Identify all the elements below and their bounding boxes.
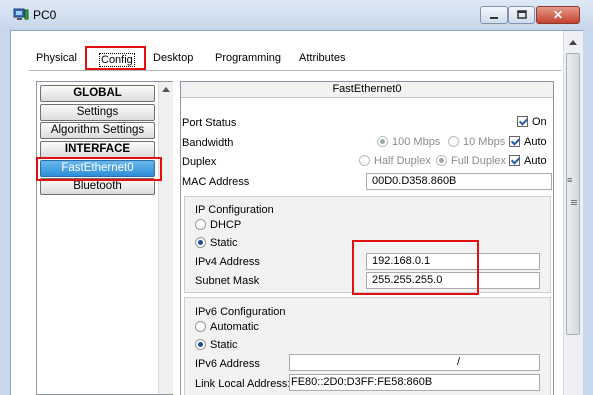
tab-physical[interactable]: Physical <box>36 52 77 64</box>
radio-selected-icon <box>195 237 206 248</box>
half-duplex-radio[interactable]: Half Duplex <box>359 155 431 167</box>
tab-config-label: Config <box>99 53 135 67</box>
scroll-up-icon[interactable] <box>569 40 577 45</box>
tab-config[interactable]: Config <box>85 46 146 70</box>
checkbox-checked-icon <box>509 155 520 166</box>
minimize-icon <box>490 17 498 19</box>
tab-divider <box>29 70 561 71</box>
link-local-address-field[interactable]: FE80::2D0:D3FF:FE58:860B <box>289 374 540 391</box>
bandwidth-10-radio[interactable]: 10 Mbps <box>448 136 505 148</box>
mac-address-field[interactable]: 00D0.D358.860B <box>366 173 552 190</box>
bandwidth-label: Bandwidth <box>182 137 234 149</box>
sidebar-item-algorithm-settings[interactable]: Algorithm Settings <box>40 122 155 139</box>
highlight-box-ip <box>352 240 479 295</box>
radio-icon <box>195 321 206 332</box>
radio-icon <box>448 136 459 147</box>
port-on-checkbox[interactable]: On <box>517 116 547 128</box>
radio-icon <box>377 136 388 147</box>
sidebar-scrollbar[interactable] <box>158 82 173 394</box>
automatic-ipv6-radio[interactable]: Automatic <box>195 321 259 333</box>
minimize-button[interactable] <box>480 6 508 24</box>
radio-icon <box>195 219 206 230</box>
subnet-mask-label: Subnet Mask <box>195 275 260 287</box>
duplex-auto-checkbox[interactable]: Auto <box>509 155 547 167</box>
duplex-label: Duplex <box>182 156 217 168</box>
ipv6-address-input[interactable]: / <box>289 354 540 371</box>
static-ipv4-radio[interactable]: Static <box>195 237 238 249</box>
sidebar-scroll-up-icon[interactable] <box>162 87 170 92</box>
radio-icon <box>359 155 370 166</box>
sidebar-item-settings[interactable]: Settings <box>40 104 155 121</box>
ip-config-title: IP Configuration <box>195 204 274 216</box>
full-duplex-radio[interactable]: Full Duplex <box>436 155 506 167</box>
close-button[interactable]: ✕ <box>536 6 580 24</box>
pc-app-icon <box>13 8 29 20</box>
window-scrollbar[interactable] <box>563 31 583 395</box>
checkbox-checked-icon <box>517 116 528 127</box>
tab-desktop[interactable]: Desktop <box>153 52 193 64</box>
radio-icon <box>436 155 447 166</box>
dhcp-radio[interactable]: DHCP <box>195 219 241 231</box>
bandwidth-auto-checkbox[interactable]: Auto <box>509 136 547 148</box>
ipv6-address-label: IPv6 Address <box>195 358 260 370</box>
ipv4-address-label: IPv4 Address <box>195 256 260 268</box>
window-title: PC0 <box>33 8 57 22</box>
panel-title: FastEthernet0 <box>181 82 553 98</box>
highlight-box-interface <box>36 157 162 181</box>
bandwidth-100-radio[interactable]: 100 Mbps <box>377 136 440 148</box>
scroll-thumb[interactable] <box>566 53 580 335</box>
radio-selected-icon <box>195 339 206 350</box>
link-local-label: Link Local Address: <box>195 378 291 390</box>
maximize-icon <box>516 10 527 19</box>
ipv6-config-title: IPv6 Configuration <box>195 306 286 318</box>
sidebar-header-global[interactable]: GLOBAL <box>40 85 155 102</box>
title-bar: PC0 ✕ <box>0 0 593 30</box>
checkbox-checked-icon <box>509 136 520 147</box>
static-ipv6-radio[interactable]: Static <box>195 339 238 351</box>
ipv6-prefix-separator: / <box>457 356 461 368</box>
scroll-grip-icon: ≡ <box>567 175 573 185</box>
tab-attributes[interactable]: Attributes <box>299 52 345 64</box>
tab-programming[interactable]: Programming <box>215 52 281 64</box>
mac-address-label: MAC Address <box>182 176 250 188</box>
sidebar-header-interface[interactable]: INTERFACE <box>40 141 155 158</box>
maximize-button[interactable] <box>508 6 535 24</box>
port-status-label: Port Status <box>182 117 237 129</box>
close-icon: ✕ <box>552 8 564 22</box>
